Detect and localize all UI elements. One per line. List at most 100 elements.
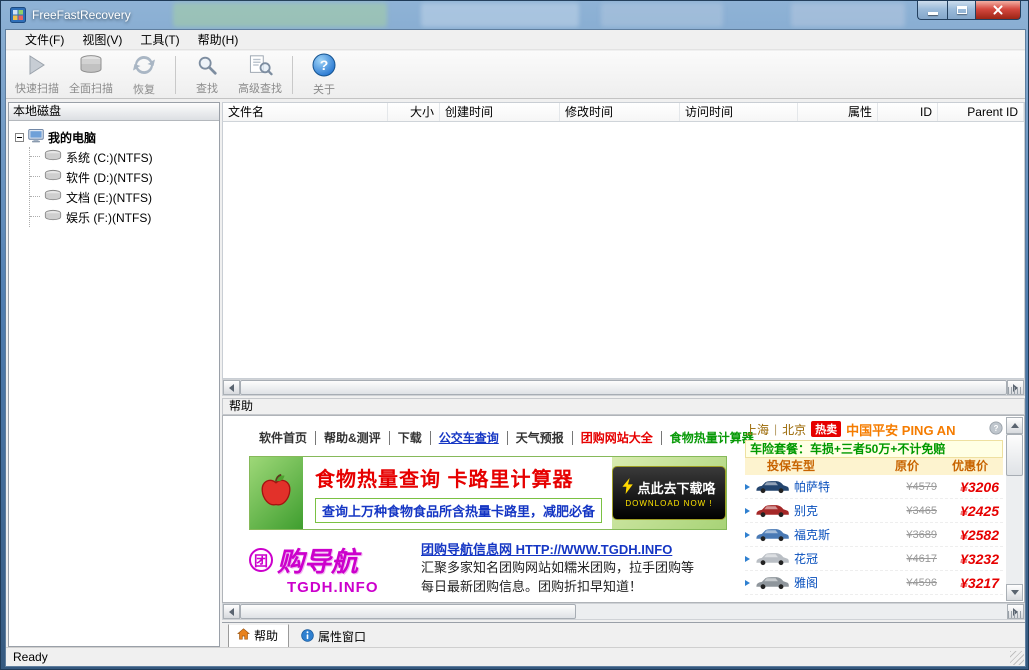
local-disks-panel: 本地磁盘 我的电脑 系统 (C:)(NTFS) 软件 (D:)(NTFS) xyxy=(8,102,220,647)
right-panel: 文件名 大小 创建时间 修改时间 访问时间 属性 ID Parent ID 帮助… xyxy=(222,102,1025,647)
file-list-horizontal-scrollbar xyxy=(222,379,1025,396)
nav-link-bus-query[interactable]: 公交车查询 xyxy=(431,431,508,445)
about-button[interactable]: ? 关于 xyxy=(298,53,350,97)
minimize-button[interactable] xyxy=(917,1,947,20)
tab-help[interactable]: 帮助 xyxy=(228,624,289,648)
bullet-icon xyxy=(745,532,750,538)
region-link-shanghai[interactable]: 上海 xyxy=(745,421,769,438)
car-name-link[interactable]: 福克斯 xyxy=(794,526,881,543)
column-header-created[interactable]: 创建时间 xyxy=(440,103,560,121)
bullet-icon xyxy=(745,508,750,514)
discount-price: ¥2425 xyxy=(941,503,1003,519)
region-link-beijing[interactable]: 北京 xyxy=(782,421,806,438)
scroll-down-button[interactable] xyxy=(1006,584,1023,601)
tree-item-drive-d[interactable]: 软件 (D:)(NTFS) xyxy=(30,167,219,187)
tree-item-drive-e[interactable]: 文档 (E:)(NTFS) xyxy=(30,187,219,207)
nav-link-weather[interactable]: 天气预报 xyxy=(508,431,573,445)
bullet-icon xyxy=(745,484,750,490)
column-header-attributes[interactable]: 属性 xyxy=(798,103,878,121)
scrollbar-thumb[interactable] xyxy=(240,604,576,619)
column-header-modified[interactable]: 修改时间 xyxy=(560,103,680,121)
disk-stack-icon xyxy=(79,54,103,79)
column-header-filename[interactable]: 文件名 xyxy=(223,103,388,121)
tree-item-label: 系统 (C:)(NTFS) xyxy=(66,149,153,166)
menu-item-help[interactable]: 帮助(H) xyxy=(189,29,248,50)
scroll-left-button[interactable] xyxy=(223,604,240,619)
column-header-size[interactable]: 大小 xyxy=(388,103,440,121)
maximize-icon xyxy=(957,6,967,14)
svg-text:?: ? xyxy=(994,424,999,433)
apple-icon xyxy=(255,471,297,516)
tgdh-logo-circle-icon: 团 xyxy=(249,548,273,572)
advanced-find-button[interactable]: 高级查找 xyxy=(233,53,287,97)
quick-scan-button[interactable]: 快速扫描 xyxy=(10,53,64,97)
menu-item-tools[interactable]: 工具(T) xyxy=(131,29,188,50)
column-header-id[interactable]: ID xyxy=(878,103,938,121)
car-name-link[interactable]: 帕萨特 xyxy=(794,478,881,495)
nav-link-groupbuy-sites[interactable]: 团购网站大全 xyxy=(573,431,662,445)
insurance-row[interactable]: 福克斯 ¥3689 ¥2582 xyxy=(745,523,1003,547)
download-button[interactable]: 点此去下载咯 DOWNLOAD NOW ! xyxy=(612,466,726,520)
bottom-tabbar: 帮助 属性窗口 xyxy=(222,622,1025,647)
insurance-row[interactable]: 花冠 ¥4617 ¥3232 xyxy=(745,547,1003,571)
insurance-row[interactable]: 雅阁 ¥4596 ¥3217 xyxy=(745,571,1003,595)
ad-vertical-scrollbar xyxy=(1006,417,1023,601)
tgdh-site-link[interactable]: 团购导航信息网 HTTP://WWW.TGDH.INFO xyxy=(421,539,727,558)
car-name-link[interactable]: 雅阁 xyxy=(794,574,881,591)
disk-icon xyxy=(44,189,62,205)
tab-properties[interactable]: 属性窗口 xyxy=(292,625,377,649)
maximize-button[interactable] xyxy=(947,1,975,20)
nav-link-software-home[interactable]: 软件首页 xyxy=(251,431,316,445)
car-name-link[interactable]: 别克 xyxy=(794,502,881,519)
tgdh-text-block: 团购导航信息网 HTTP://WWW.TGDH.INFO 汇聚多家知名团购网站如… xyxy=(421,538,727,596)
scroll-up-button[interactable] xyxy=(1006,417,1023,434)
tree-item-drive-c[interactable]: 系统 (C:)(NTFS) xyxy=(30,147,219,167)
close-icon xyxy=(992,4,1004,16)
advanced-search-icon xyxy=(248,54,273,79)
car-thumbnail xyxy=(754,503,790,518)
full-scan-button[interactable]: 全面扫描 xyxy=(64,53,118,97)
scrollbar-thumb[interactable] xyxy=(1006,434,1023,476)
menu-item-file[interactable]: 文件(F) xyxy=(16,29,73,50)
bullet-icon xyxy=(745,556,750,562)
disk-icon xyxy=(44,149,62,165)
scroll-left-button[interactable] xyxy=(223,380,240,395)
help-question-icon[interactable]: ? xyxy=(989,421,1003,438)
recover-arrows-icon xyxy=(132,53,156,80)
insurance-row[interactable]: 帕萨特 ¥4579 ¥3206 xyxy=(745,475,1003,499)
original-price: ¥3465 xyxy=(885,505,937,517)
column-header-parent-id[interactable]: Parent ID xyxy=(938,103,1024,121)
help-panel-header: 帮助 xyxy=(222,398,1025,415)
tab-label: 帮助 xyxy=(254,627,278,644)
banner-text-block: 食物热量查询 卡路里计算器 查询上万种食物食品所含热量卡路里，减肥必备 xyxy=(303,457,612,529)
scrollbar-thumb[interactable] xyxy=(240,380,1007,395)
tree-item-drive-f[interactable]: 娱乐 (F:)(NTFS) xyxy=(30,207,219,227)
tree-expander-icon[interactable] xyxy=(15,133,24,142)
original-price: ¥3689 xyxy=(885,529,937,541)
recover-button[interactable]: 恢复 xyxy=(118,53,170,97)
calorie-ad-banner[interactable]: 食物热量查询 卡路里计算器 查询上万种食物食品所含热量卡路里，减肥必备 点此去下… xyxy=(249,456,727,530)
menu-item-view[interactable]: 视图(V) xyxy=(73,29,131,50)
window-title: FreeFastRecovery xyxy=(32,8,131,22)
insurance-row[interactable]: 别克 ¥3465 ¥2425 xyxy=(745,499,1003,523)
toolbar-separator xyxy=(175,56,176,94)
find-button[interactable]: 查找 xyxy=(181,53,233,97)
titlebar-glass-reflection xyxy=(791,3,905,27)
region-separator: | xyxy=(774,422,777,436)
disk-tree: 我的电脑 系统 (C:)(NTFS) 软件 (D:)(NTFS) 文档 (E:)… xyxy=(9,121,219,227)
titlebar[interactable]: FreeFastRecovery xyxy=(1,1,1028,29)
toolbar-button-label: 高级查找 xyxy=(238,80,282,96)
column-header-accessed[interactable]: 访问时间 xyxy=(680,103,798,121)
discount-price: ¥2582 xyxy=(941,527,1003,543)
nav-link-download[interactable]: 下载 xyxy=(390,431,431,445)
close-button[interactable] xyxy=(975,1,1021,20)
info-icon xyxy=(301,629,314,645)
tgdh-logo[interactable]: 团 购导航 TGDH.INFO xyxy=(249,538,421,596)
pingan-brand-link[interactable]: 中国平安 PING AN xyxy=(846,420,955,439)
tgdh-description-line: 每日最新团购信息。团购折扣早知道！ xyxy=(421,577,727,596)
car-name-link[interactable]: 花冠 xyxy=(794,550,881,567)
car-thumbnail xyxy=(754,479,790,494)
tree-root-my-computer[interactable]: 我的电脑 xyxy=(15,127,219,147)
resize-grip[interactable] xyxy=(1010,651,1024,665)
nav-link-help-review[interactable]: 帮助&测评 xyxy=(316,431,390,445)
